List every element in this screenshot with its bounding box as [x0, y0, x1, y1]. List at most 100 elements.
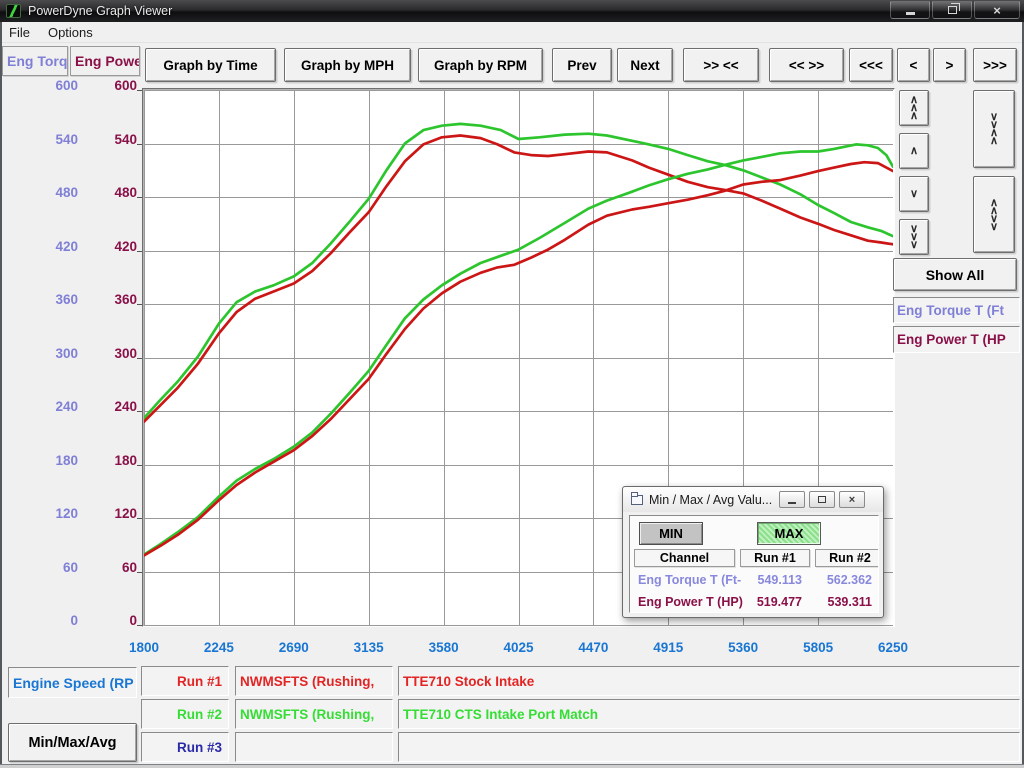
curve-0 [144, 124, 893, 418]
power-tick-600: 600 [84, 77, 137, 95]
toolbar: Graph by TimeGraph by MPHGraph by RPM Pre… [145, 48, 1017, 82]
torque-channel-label[interactable]: Eng Torque T (Ft [893, 297, 1020, 323]
power-tick-0: 0 [84, 612, 137, 630]
expand-scale-button[interactable]: ∧∧∨∨ [973, 176, 1015, 253]
values-minimize-button[interactable] [779, 491, 805, 508]
power-tick-180: 180 [84, 452, 137, 470]
values-run1-value: 519.477 [740, 595, 802, 609]
run-field2-run-1[interactable]: TTE710 Stock Intake [398, 666, 1020, 696]
right-button[interactable]: > [933, 48, 966, 82]
scroll-up-fast-button[interactable]: ∧∧∧ [899, 90, 929, 126]
rpm-tick-4915: 4915 [639, 639, 697, 656]
values-row-channel: Eng Power T (HP) [638, 595, 743, 609]
torque-tick-120: 120 [4, 505, 78, 523]
title-bar: PowerDyne Graph Viewer × [0, 0, 1024, 22]
power-tick-540: 540 [84, 131, 137, 149]
curve-1 [144, 136, 893, 422]
power-tick-360: 360 [84, 291, 137, 309]
minmax-values-window[interactable]: Min / Max / Avg Valu... × MIN MAX Channe… [622, 486, 884, 618]
power-tick-60: 60 [84, 559, 137, 577]
rew-button[interactable]: <<< [849, 48, 893, 82]
run-field2-run-3[interactable] [398, 732, 1020, 762]
run-field1-run-1[interactable]: NWMSFTS (Rushing, [235, 666, 393, 696]
scroll-up-button[interactable]: ∧ [899, 133, 929, 169]
graph-mph-button[interactable]: Graph by MPH [284, 48, 411, 82]
prev-button[interactable]: Prev [552, 48, 612, 82]
values-header-channel: Channel [634, 549, 735, 567]
min-button[interactable]: MIN [639, 522, 703, 545]
max-button[interactable]: MAX [757, 522, 821, 545]
power-tick-480: 480 [84, 184, 137, 202]
values-table: MIN MAX Channel Run #1 Run #2 Eng Torque T… [629, 515, 879, 613]
rpm-tick-5360: 5360 [714, 639, 772, 656]
power-tick-300: 300 [84, 345, 137, 363]
run-field1-run-2[interactable]: NWMSFTS (Rushing, [235, 699, 393, 729]
graph-time-button[interactable]: Graph by Time [145, 48, 276, 82]
scroll-down-button[interactable]: ∨ [899, 176, 929, 212]
rpm-tick-3580: 3580 [415, 639, 473, 656]
power-tick-120: 120 [84, 505, 137, 523]
run-field2-run-2[interactable]: TTE710 CTS Intake Port Match [398, 699, 1020, 729]
rpm-tick-3135: 3135 [340, 639, 398, 656]
restore-icon [948, 6, 957, 14]
values-window-title: Min / Max / Avg Valu... [649, 493, 772, 507]
left-button[interactable]: < [897, 48, 930, 82]
values-header-run-2: Run #2 [815, 549, 879, 567]
torque-tick-180: 180 [4, 452, 78, 470]
menu-bar: FileOptions [0, 22, 1024, 43]
fwd-back-button[interactable]: >> << [683, 48, 759, 82]
rpm-tick-2245: 2245 [190, 639, 248, 656]
rpm-tick-4470: 4470 [564, 639, 622, 656]
torque-tick-60: 60 [4, 559, 78, 577]
torque-tick-540: 540 [4, 131, 78, 149]
torque-tick-300: 300 [4, 345, 78, 363]
run-label-run-2[interactable]: Run #2 [141, 699, 229, 729]
scroll-down-fast-button[interactable]: ∨∨∨ [899, 219, 929, 255]
values-restore-button[interactable] [809, 491, 835, 508]
window-left-edge [0, 22, 2, 764]
minimize-icon [906, 12, 915, 15]
restore-icon [818, 496, 826, 503]
power-channel-label[interactable]: Eng Power T (HP [893, 326, 1020, 353]
power-axis-button[interactable]: Eng Powe [70, 46, 140, 76]
graph-rpm-button[interactable]: Graph by RPM [418, 48, 543, 82]
app-window: PowerDyne Graph Viewer × FileOptions Eng… [0, 0, 1024, 768]
window-title: PowerDyne Graph Viewer [28, 4, 172, 18]
minimize-button[interactable] [890, 1, 930, 19]
values-header-run-1: Run #1 [740, 549, 810, 567]
menu-options[interactable]: Options [39, 22, 102, 42]
values-window-icon [631, 495, 643, 505]
torque-tick-360: 360 [4, 291, 78, 309]
rpm-tick-1800: 1800 [115, 639, 173, 656]
minimize-icon [788, 502, 796, 504]
torque-axis-button[interactable]: Eng Torq [2, 46, 68, 76]
values-row-channel: Eng Torque T (Ft- [638, 573, 741, 587]
x-channel-button[interactable]: Engine Speed (RP [8, 667, 137, 698]
torque-tick-240: 240 [4, 398, 78, 416]
power-tick-240: 240 [84, 398, 137, 416]
next-button[interactable]: Next [617, 48, 673, 82]
torque-tick-420: 420 [4, 238, 78, 256]
window-bottom-edge [0, 764, 1024, 768]
values-run2-value: 539.311 [815, 595, 872, 609]
values-close-button[interactable]: × [839, 491, 865, 508]
app-icon [6, 4, 21, 18]
torque-tick-0: 0 [4, 612, 78, 630]
show-all-button[interactable]: Show All [893, 258, 1017, 291]
rpm-tick-6250: 6250 [864, 639, 922, 656]
back-fwd-button[interactable]: << >> [769, 48, 844, 82]
run-label-run-1[interactable]: Run #1 [141, 666, 229, 696]
values-window-titlebar[interactable]: Min / Max / Avg Valu... × [623, 487, 883, 512]
close-button[interactable]: × [974, 1, 1020, 19]
values-run1-value: 549.113 [740, 573, 802, 587]
restore-button[interactable] [932, 1, 972, 19]
run-field1-run-3[interactable] [235, 732, 393, 762]
ffwd-button[interactable]: >>> [973, 48, 1017, 82]
rpm-tick-4025: 4025 [490, 639, 548, 656]
minmaxavg-button[interactable]: Min/Max/Avg [8, 723, 137, 762]
rpm-tick-5805: 5805 [789, 639, 847, 656]
collapse-scale-button[interactable]: ∨∨∧∧ [973, 90, 1015, 168]
menu-file[interactable]: File [0, 22, 39, 42]
run-label-run-3[interactable]: Run #3 [141, 732, 229, 762]
torque-tick-480: 480 [4, 184, 78, 202]
